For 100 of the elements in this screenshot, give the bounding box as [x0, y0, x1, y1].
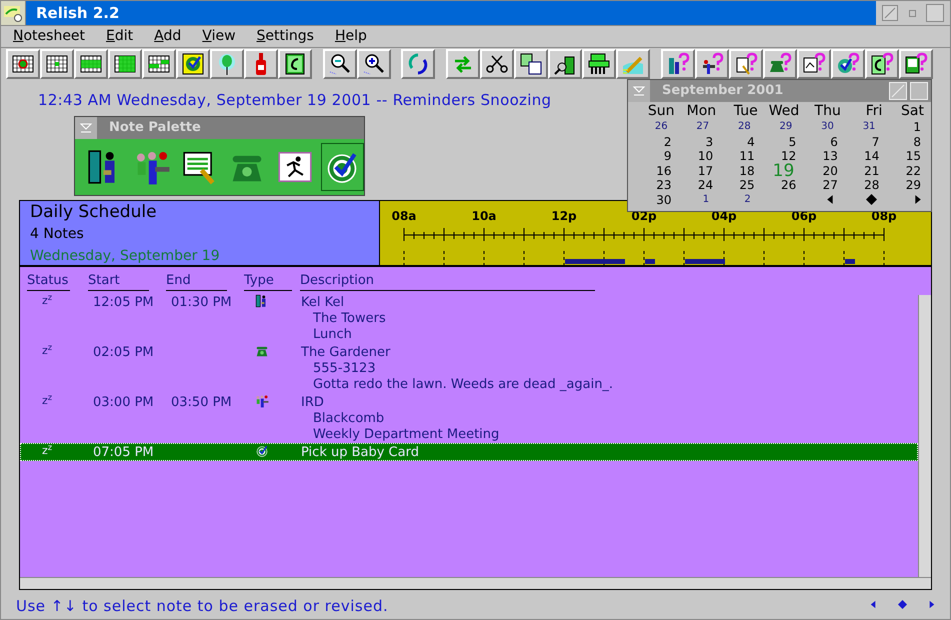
- toolbar-button[interactable]: [108, 49, 142, 79]
- note-time-bar: [565, 259, 625, 264]
- toolbar-button[interactable]: [40, 49, 74, 79]
- schedule-title: Daily Schedule: [30, 201, 157, 223]
- zoom-in-icon: [362, 52, 386, 76]
- toolbar-button[interactable]: [729, 49, 763, 79]
- toolbar-button[interactable]: [6, 49, 40, 79]
- toolbar-button[interactable]: [176, 49, 210, 79]
- calendar-day[interactable]: 13: [800, 149, 842, 164]
- toolbar-button[interactable]: [323, 49, 357, 79]
- calendar-day[interactable]: 1: [676, 192, 718, 207]
- toolbar-button[interactable]: [548, 49, 582, 79]
- target-question-icon: [836, 52, 860, 76]
- menu-item[interactable]: Notesheet: [13, 26, 86, 47]
- calendar-day[interactable]: 14: [842, 149, 884, 164]
- calendar-day[interactable]: 5: [758, 134, 800, 149]
- calendar-day[interactable]: 27: [800, 178, 842, 192]
- calendar-day[interactable]: 11: [717, 149, 759, 164]
- notes-question-icon: [734, 52, 758, 76]
- vertical-scrollbar[interactable]: [918, 295, 931, 577]
- note-row[interactable]: z$^{z}$ 12:05 PM 01:30 PM Kel Kel The Towers Lunch: [20, 293, 918, 343]
- calendar-day[interactable]: 16: [634, 164, 676, 178]
- calendar-day[interactable]: 21: [842, 164, 884, 178]
- calendar-day[interactable]: 2: [717, 192, 759, 207]
- calendar-day[interactable]: 31: [842, 120, 884, 134]
- calendar-day[interactable]: 3: [676, 134, 718, 149]
- calendar-day[interactable]: 9: [634, 149, 676, 164]
- note-row[interactable]: z$^{z}$ 02:05 PM The Gardener 555-3123 Gotta redo the lawn. Weeds are dead _again_.: [20, 343, 918, 393]
- calendar-day[interactable]: 17: [676, 164, 718, 178]
- calendar-day[interactable]: 30: [800, 120, 842, 134]
- calendar-day[interactable]: 29: [758, 120, 800, 134]
- menu-item[interactable]: Edit: [106, 26, 134, 47]
- app-icon[interactable]: [1, 1, 26, 25]
- calendar-day[interactable]: 20: [800, 164, 842, 178]
- visitor-question-icon: [666, 52, 690, 76]
- calendar-day[interactable]: 26: [758, 178, 800, 192]
- menu-item[interactable]: View: [202, 26, 236, 47]
- column-header[interactable]: Description: [300, 273, 595, 291]
- toolbar-button[interactable]: [865, 49, 899, 79]
- toolbar-button[interactable]: [278, 49, 312, 79]
- calendar-day[interactable]: 1: [883, 120, 925, 134]
- calendar-day[interactable]: 4: [717, 134, 759, 149]
- calendar-day[interactable]: 28: [842, 178, 884, 192]
- menu-item[interactable]: Help: [334, 26, 367, 47]
- calendar-day[interactable]: 28: [717, 120, 759, 134]
- note-row[interactable]: z$^{z}$ 07:05 PM Pick up Baby Card: [20, 443, 918, 461]
- toolbar-button[interactable]: [831, 49, 865, 79]
- palette-title: Note Palette: [109, 119, 201, 138]
- calendar-day[interactable]: 29: [883, 178, 925, 192]
- weekday-header: Mon: [686, 103, 718, 120]
- column-header[interactable]: Start: [88, 273, 149, 291]
- weekday-header: Tue: [732, 103, 759, 120]
- note-detail: Lunch: [313, 327, 352, 342]
- calendar-day[interactable]: 27: [676, 120, 718, 134]
- toolbar-button[interactable]: [401, 49, 435, 79]
- calendar-day[interactable]: 30: [634, 192, 676, 207]
- column-header[interactable]: Type: [244, 273, 292, 291]
- meeting-icon: [255, 394, 269, 408]
- toolbar-button[interactable]: [357, 49, 391, 79]
- note-row[interactable]: z$^{z}$ 03:00 PM 03:50 PM IRD Blackcomb Weekly Department Meeting: [20, 393, 918, 443]
- shredder-icon: [587, 52, 611, 76]
- calendar-day[interactable]: 25: [717, 178, 759, 192]
- status-message: Use ↑↓ to select note to be erased or revised.: [16, 596, 388, 617]
- horizontal-scrollbar[interactable]: [20, 577, 931, 589]
- calendar-day[interactable]: 22: [883, 164, 925, 178]
- calendar-day[interactable]: 24: [676, 178, 718, 192]
- calendar-day[interactable]: 2: [634, 134, 676, 149]
- next-arrow-icon[interactable]: [927, 600, 936, 609]
- previous-arrow-icon[interactable]: [869, 600, 878, 609]
- note-detail: The Towers: [313, 311, 386, 326]
- calendar-day[interactable]: 15: [883, 149, 925, 164]
- calendar-day[interactable]: 26: [634, 120, 676, 134]
- calendar-day[interactable]: 7: [842, 134, 884, 149]
- menu-item[interactable]: Settings: [256, 26, 314, 47]
- window-title: Relish 2.2: [36, 2, 120, 24]
- calendar-day[interactable]: 8: [883, 134, 925, 149]
- toolbar-button[interactable]: [142, 49, 176, 79]
- diamond-icon[interactable]: [898, 600, 907, 609]
- toolbar-button[interactable]: [797, 49, 831, 79]
- toolbar-button[interactable]: [899, 49, 933, 79]
- menu-item[interactable]: Add: [154, 26, 182, 47]
- note-detail: Weekly Department Meeting: [313, 427, 500, 442]
- column-header[interactable]: Status: [27, 273, 70, 291]
- calendar-day[interactable]: 10: [676, 149, 718, 164]
- calendar-day[interactable]: 18: [717, 164, 759, 178]
- diamond-icon[interactable]: [866, 194, 878, 206]
- schedule-date: Wednesday, September 19: [30, 247, 220, 266]
- column-header[interactable]: End: [166, 273, 227, 291]
- toolbar-button[interactable]: [582, 49, 616, 79]
- weekday-header: Wed: [768, 103, 800, 120]
- toolbar-button[interactable]: [74, 49, 108, 79]
- toolbar-button[interactable]: [661, 49, 695, 79]
- toolbar-button[interactable]: [695, 49, 729, 79]
- calendar-day[interactable]: 12: [758, 149, 800, 164]
- calendar-day[interactable]: 6: [800, 134, 842, 149]
- calendar-day[interactable]: 23: [634, 178, 676, 192]
- toolbar-button[interactable]: [480, 49, 514, 79]
- toolbar-button[interactable]: [514, 49, 548, 79]
- start-time: 03:00 PM: [93, 395, 154, 410]
- note-type-button[interactable]: [320, 143, 364, 191]
